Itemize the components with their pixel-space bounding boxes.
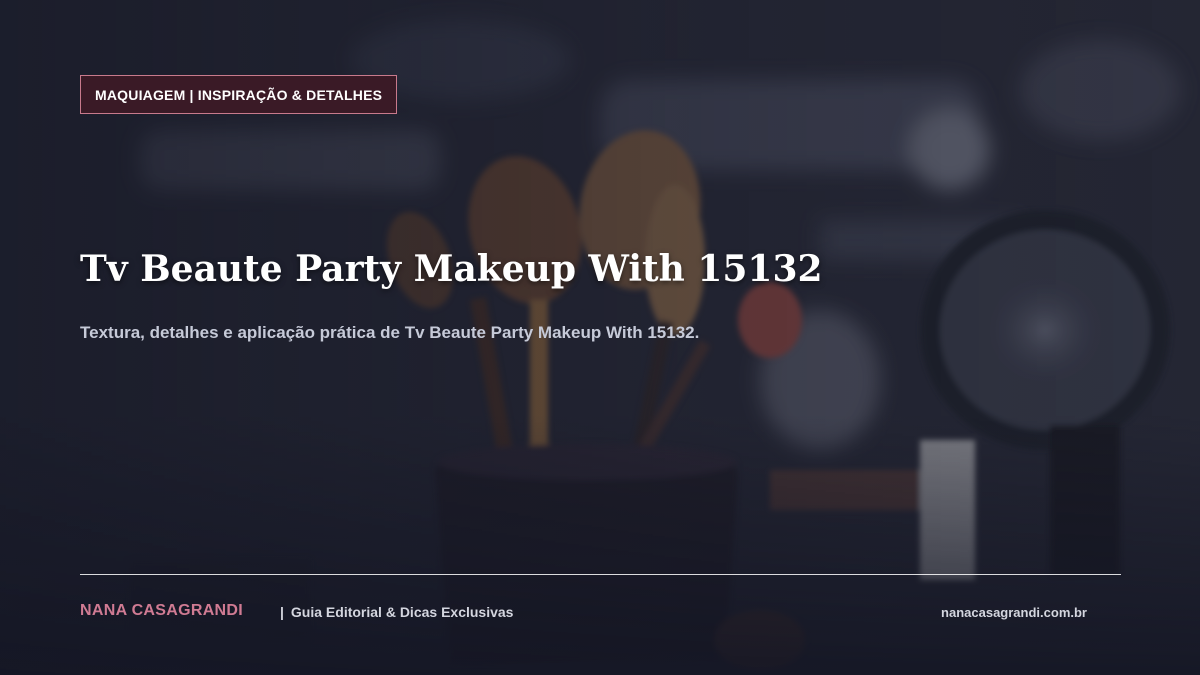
footer-divider <box>80 574 1121 575</box>
site-link[interactable]: nanacasagrandi.com.br <box>941 605 1087 620</box>
page-subtitle: Textura, detalhes e aplicação prática de… <box>80 323 700 342</box>
category-badge[interactable]: MAQUIAGEM | INSPIRAÇÃO & DETALHES <box>80 75 398 114</box>
footer-tagline: | Guia Editorial & Dicas Exclusivas <box>280 604 513 620</box>
brand-name[interactable]: NANA CASAGRANDI <box>80 602 243 620</box>
bottom-gradient <box>0 415 1200 675</box>
page-title: Tv Beaute Party Makeup With 15132 <box>80 248 823 290</box>
tagline-text: Guia Editorial & Dicas Exclusivas <box>290 604 514 620</box>
tagline-separator: | <box>280 604 284 620</box>
